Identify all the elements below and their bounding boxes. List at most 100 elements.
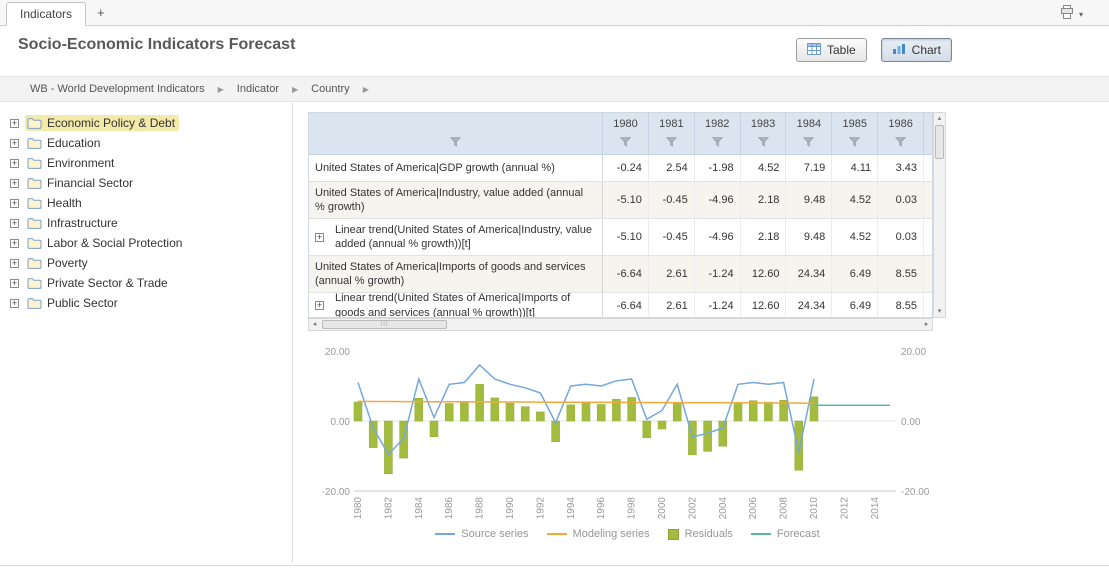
horizontal-scroll-thumb[interactable]: ||| xyxy=(322,320,447,329)
value-cell[interactable]: 24.34 xyxy=(786,256,832,292)
residual-bar[interactable] xyxy=(628,398,636,422)
expand-icon[interactable]: + xyxy=(315,301,324,310)
print-icon[interactable] xyxy=(1059,5,1075,24)
expand-icon[interactable]: + xyxy=(10,199,19,208)
residual-bar[interactable] xyxy=(445,404,453,422)
value-cell[interactable]: -6.64 xyxy=(603,256,649,292)
sidebar-item[interactable]: +Health xyxy=(0,193,292,213)
residual-bar[interactable] xyxy=(430,421,438,437)
value-cell[interactable]: 2.61 xyxy=(649,293,695,318)
value-cell[interactable]: -1.24 xyxy=(695,256,741,292)
residual-bar[interactable] xyxy=(810,397,818,421)
residual-bar[interactable] xyxy=(643,421,651,438)
scroll-down-arrow[interactable]: ▾ xyxy=(934,306,945,317)
grid-header-year-column[interactable]: 1980 xyxy=(603,113,649,154)
filter-funnel-icon[interactable] xyxy=(803,137,814,150)
sidebar-item[interactable]: +Economic Policy & Debt xyxy=(0,113,292,133)
value-cell[interactable]: 2.18 xyxy=(741,219,787,255)
value-cell[interactable]: 3.43 xyxy=(878,155,924,181)
residual-bar[interactable] xyxy=(719,421,727,446)
residual-bar[interactable] xyxy=(460,402,468,421)
grid-header-year-column[interactable]: 1983 xyxy=(741,113,787,154)
residual-bar[interactable] xyxy=(749,401,757,421)
breadcrumb-item[interactable]: WB - World Development Indicators xyxy=(30,83,205,95)
residual-bar[interactable] xyxy=(354,402,362,421)
residual-bar[interactable] xyxy=(521,407,529,421)
scroll-up-arrow[interactable]: ▴ xyxy=(934,113,945,124)
table-row[interactable]: United States of America|Industry, value… xyxy=(309,182,932,219)
value-cell[interactable]: 8.55 xyxy=(878,256,924,292)
value-cell[interactable]: 9.48 xyxy=(786,219,832,255)
value-cell[interactable]: 6.49 xyxy=(832,256,878,292)
filter-funnel-icon[interactable] xyxy=(620,137,631,150)
value-cell[interactable]: 7.19 xyxy=(786,155,832,181)
expand-icon[interactable]: + xyxy=(10,299,19,308)
value-cell[interactable]: -1.24 xyxy=(695,293,741,318)
table-row[interactable]: +Linear trend(United States of America|I… xyxy=(309,293,932,318)
value-cell[interactable]: -5.10 xyxy=(603,219,649,255)
chart-view-button[interactable]: Chart xyxy=(881,38,952,62)
value-cell[interactable]: 2.18 xyxy=(741,182,787,218)
expand-icon[interactable]: + xyxy=(10,219,19,228)
value-cell[interactable]: -1.98 xyxy=(695,155,741,181)
value-cell[interactable]: -6.64 xyxy=(603,293,649,318)
sidebar-item[interactable]: +Labor & Social Protection xyxy=(0,233,292,253)
residual-bar[interactable] xyxy=(704,421,712,451)
sidebar-item[interactable]: +Poverty xyxy=(0,253,292,273)
new-tab-button[interactable]: + xyxy=(97,5,105,20)
value-cell[interactable]: -4.96 xyxy=(695,182,741,218)
value-cell[interactable]: 9.48 xyxy=(786,182,832,218)
vertical-scroll-thumb[interactable] xyxy=(935,125,944,159)
expand-icon[interactable]: + xyxy=(10,259,19,268)
residual-bar[interactable] xyxy=(476,384,484,421)
value-cell[interactable]: -4.96 xyxy=(695,219,741,255)
residual-bar[interactable] xyxy=(582,403,590,421)
value-cell[interactable]: 12.60 xyxy=(741,256,787,292)
value-cell[interactable]: 0.03 xyxy=(878,219,924,255)
tab-indicators[interactable]: Indicators xyxy=(6,2,86,26)
sidebar-item[interactable]: +Infrastructure xyxy=(0,213,292,233)
residual-bar[interactable] xyxy=(734,403,742,422)
sidebar-item[interactable]: +Public Sector xyxy=(0,293,292,313)
residual-bar[interactable] xyxy=(536,412,544,421)
value-cell[interactable]: -0.24 xyxy=(603,155,649,181)
horizontal-scrollbar[interactable]: ◂ ||| ▸ xyxy=(308,318,933,331)
table-row[interactable]: United States of America|Imports of good… xyxy=(309,256,932,293)
sidebar-item[interactable]: +Private Sector & Trade xyxy=(0,273,292,293)
value-cell[interactable]: 4.52 xyxy=(741,155,787,181)
value-cell[interactable]: 0.03 xyxy=(878,182,924,218)
sidebar-item[interactable]: +Financial Sector xyxy=(0,173,292,193)
filter-funnel-icon[interactable] xyxy=(758,137,769,150)
value-cell[interactable]: 8.55 xyxy=(878,293,924,318)
expand-icon[interactable]: + xyxy=(10,179,19,188)
sidebar-item[interactable]: +Environment xyxy=(0,153,292,173)
table-view-button[interactable]: Table xyxy=(796,38,867,62)
residual-bar[interactable] xyxy=(658,421,666,429)
filter-funnel-icon[interactable] xyxy=(849,137,860,150)
table-row[interactable]: United States of America|GDP growth (ann… xyxy=(309,155,932,182)
residual-bar[interactable] xyxy=(567,405,575,421)
value-cell[interactable]: -0.45 xyxy=(649,182,695,218)
vertical-scrollbar[interactable]: ▴ ▾ xyxy=(933,112,946,318)
filter-funnel-icon[interactable] xyxy=(450,137,461,150)
expand-icon[interactable]: + xyxy=(315,233,324,242)
breadcrumb-item[interactable]: Indicator xyxy=(237,83,279,95)
residual-bar[interactable] xyxy=(673,403,681,422)
expand-icon[interactable]: + xyxy=(10,139,19,148)
filter-funnel-icon[interactable] xyxy=(895,137,906,150)
sidebar-item[interactable]: +Education xyxy=(0,133,292,153)
value-cell[interactable]: 4.52 xyxy=(832,182,878,218)
table-row[interactable]: +Linear trend(United States of America|I… xyxy=(309,219,932,256)
residual-bar[interactable] xyxy=(384,421,392,474)
expand-icon[interactable]: + xyxy=(10,239,19,248)
value-cell[interactable]: 6.49 xyxy=(832,293,878,318)
breadcrumb-item[interactable]: Country xyxy=(311,83,350,95)
residual-bar[interactable] xyxy=(506,403,514,421)
grid-header-year-column[interactable]: 1984 xyxy=(786,113,832,154)
value-cell[interactable]: 2.61 xyxy=(649,256,695,292)
value-cell[interactable]: -5.10 xyxy=(603,182,649,218)
grid-header-year-column[interactable]: 1981 xyxy=(649,113,695,154)
grid-header-year-column[interactable]: 1985 xyxy=(832,113,878,154)
value-cell[interactable]: 24.34 xyxy=(786,293,832,318)
filter-funnel-icon[interactable] xyxy=(712,137,723,150)
